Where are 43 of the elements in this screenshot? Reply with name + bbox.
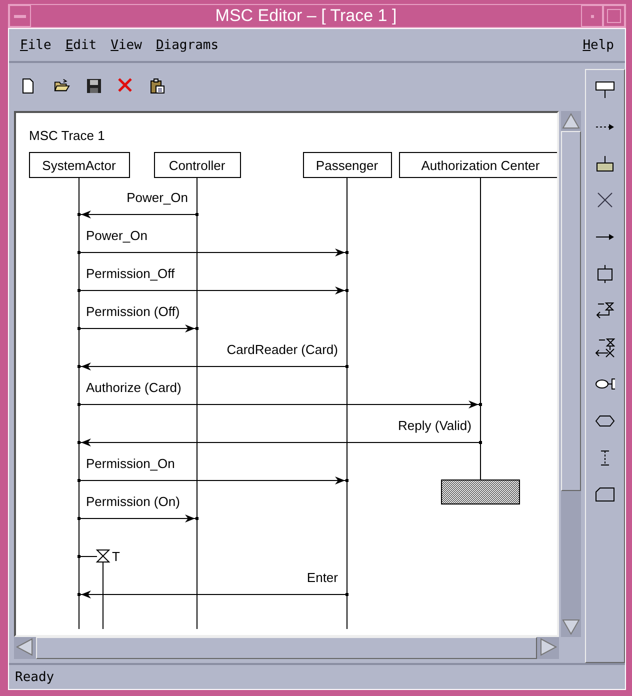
condition-box-icon <box>597 264 613 284</box>
message-label: CardReader (Card) <box>226 342 338 357</box>
arrow-icon <box>595 233 615 242</box>
timer-label: T <box>112 549 120 564</box>
diagram-title: MSC Trace 1 <box>29 128 105 143</box>
gate-icon <box>594 378 616 390</box>
cross-icon <box>597 192 613 208</box>
action-box-icon <box>596 155 614 172</box>
instance-head: Authorization Center <box>399 152 557 178</box>
instance-head: Passenger <box>303 152 392 178</box>
message-label: Permission_On <box>86 456 175 471</box>
delete-icon <box>118 78 132 92</box>
timer-reset-icon <box>595 338 615 358</box>
instance-head: SystemActor <box>29 152 130 178</box>
folder-icon <box>54 78 70 92</box>
instance-tool-icon <box>595 81 615 99</box>
message-label: Reply (Valid) <box>398 418 472 433</box>
hexagon-icon <box>595 415 615 428</box>
message-label: Permission (Off) <box>86 304 180 319</box>
clipboard-icon <box>150 78 165 94</box>
message-label: Permission (On) <box>86 494 180 509</box>
new-file-icon <box>22 78 34 94</box>
timer-set-icon <box>596 302 614 320</box>
message-label: Authorize (Card) <box>86 380 182 395</box>
menu-item[interactable]: View <box>104 36 149 54</box>
window-title: MSC Editor – [ Trace 1 ] <box>214 6 398 26</box>
menu-item[interactable]: File <box>13 36 58 54</box>
message-label: Power_On <box>86 228 148 243</box>
message-label: Enter <box>306 570 338 585</box>
vertical-scrollbar[interactable] <box>561 111 581 637</box>
message-label: Power_On <box>126 190 188 205</box>
message-label: Permission_Off <box>86 266 175 281</box>
dashed-arrow-icon <box>595 122 615 131</box>
instance-head: Controller <box>154 152 241 178</box>
menu-item[interactable]: Diagrams <box>148 36 226 54</box>
scroll-down-icon[interactable] <box>561 617 581 637</box>
horizontal-scrollbar[interactable] <box>14 637 559 659</box>
timer-icon <box>78 550 110 629</box>
menu-item[interactable]: Edit <box>58 36 104 54</box>
menu-item[interactable]: Help <box>576 36 621 54</box>
coregion-icon <box>600 450 610 466</box>
status-text: Ready <box>15 670 54 685</box>
note-icon <box>595 487 615 502</box>
